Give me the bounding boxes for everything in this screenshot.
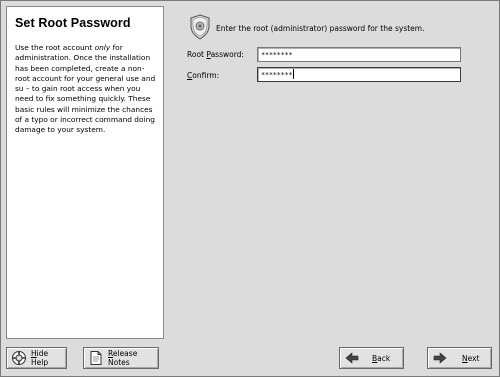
hide-help-label: Hide Help [31,349,66,367]
label-text: ack [377,353,391,363]
root-password-label: Root Password: [187,50,244,59]
label-text: onfirm: [192,71,220,80]
label-text: assword: [210,50,244,59]
help-text-part: Use the root account [15,43,95,52]
label-text: elease Notes [108,349,138,367]
root-password-value: ******** [261,51,293,59]
next-label: Next [462,354,480,363]
label-text: ext [467,353,480,363]
arrow-right-icon [433,352,447,364]
shield-icon [190,14,210,40]
lifebuoy-icon [12,351,26,365]
release-notes-button[interactable]: Release Notes [83,347,159,369]
next-button[interactable]: Next [427,347,492,369]
back-label: Back [372,354,390,363]
arrow-left-icon [345,352,359,364]
hide-help-button[interactable]: Hide Help [6,347,67,369]
help-text-part: for administration. Once the installatio… [15,43,156,135]
document-icon [90,351,102,365]
root-password-field[interactable]: ******** [257,47,461,62]
help-text-emphasis: only [94,43,111,52]
confirm-password-field[interactable]: ******** [257,67,461,82]
back-button[interactable]: Back [339,347,404,369]
release-notes-label: Release Notes [108,349,158,367]
label-text: Root [187,50,207,59]
confirm-label: Confirm: [187,71,219,80]
help-pane: Set Root Password Use the root account o… [6,6,164,339]
confirm-password-value: ******** [261,71,293,79]
text-caret [293,69,295,79]
instruction-text: Enter the root (administrator) password … [216,24,425,33]
help-title: Set Root Password [15,16,131,30]
help-text: Use the root account only for administra… [15,43,156,136]
